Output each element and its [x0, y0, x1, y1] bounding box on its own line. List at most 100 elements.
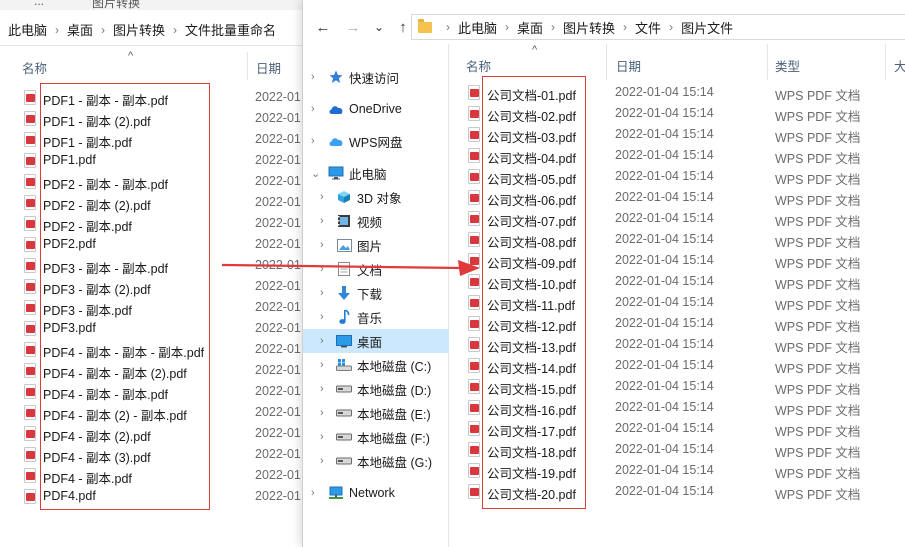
file-row[interactable]: 公司文档-05.pdf 2022-01-04 15:14 WPS PDF 文档 — [449, 166, 905, 187]
column-header-name[interactable]: 名称 — [466, 56, 491, 75]
file-row[interactable]: 公司文档-02.pdf 2022-01-04 15:14 WPS PDF 文档 — [449, 103, 905, 124]
file-row[interactable]: PDF3 - 副本 (2).pdf 2022-01 — [0, 276, 302, 297]
file-row[interactable]: PDF4 - 副本 - 副本 (2).pdf 2022-01 — [0, 360, 302, 381]
nav-item-drive-e[interactable]: › 本地磁盘 (E:) — [303, 401, 449, 425]
nav-item-network[interactable]: › Network — [303, 481, 449, 505]
column-header-type[interactable]: 类型 — [775, 56, 800, 75]
column-divider[interactable] — [247, 52, 248, 80]
column-divider[interactable] — [767, 44, 768, 80]
file-row[interactable]: 公司文档-15.pdf 2022-01-04 15:14 WPS PDF 文档 — [449, 376, 905, 397]
expand-chevron-icon[interactable]: › — [320, 383, 324, 395]
file-row[interactable]: 公司文档-11.pdf 2022-01-04 15:14 WPS PDF 文档 — [449, 292, 905, 313]
file-row[interactable]: PDF4 - 副本.pdf 2022-01 — [0, 465, 302, 486]
file-row[interactable]: PDF4 - 副本 (2) - 副本.pdf 2022-01 — [0, 402, 302, 423]
file-row[interactable]: PDF1 - 副本 - 副本.pdf 2022-01 — [0, 87, 302, 108]
column-header-date[interactable]: 日期 — [256, 58, 281, 77]
file-row[interactable]: PDF2.pdf 2022-01 — [0, 234, 302, 255]
file-row[interactable]: 公司文档-20.pdf 2022-01-04 15:14 WPS PDF 文档 — [449, 481, 905, 502]
column-header-name[interactable]: 名称 — [22, 58, 47, 77]
file-row[interactable]: PDF1.pdf 2022-01 — [0, 150, 302, 171]
file-row[interactable]: PDF4 - 副本 (2).pdf 2022-01 — [0, 423, 302, 444]
file-row[interactable]: PDF1 - 副本.pdf 2022-01 — [0, 129, 302, 150]
nav-item-drive-c[interactable]: › 本地磁盘 (C:) — [303, 353, 449, 377]
expand-chevron-icon[interactable]: › — [320, 263, 324, 275]
expand-chevron-icon[interactable]: › — [311, 71, 315, 83]
file-row[interactable]: PDF3.pdf 2022-01 — [0, 318, 302, 339]
file-row[interactable]: 公司文档-03.pdf 2022-01-04 15:14 WPS PDF 文档 — [449, 124, 905, 145]
recent-locations-chevron-icon[interactable]: ⌄ — [367, 15, 391, 39]
nav-item-drive-g[interactable]: › 本地磁盘 (G:) — [303, 449, 449, 473]
file-row[interactable]: 公司文档-14.pdf 2022-01-04 15:14 WPS PDF 文档 — [449, 355, 905, 376]
breadcrumb-item[interactable]: 桌面 — [67, 20, 93, 39]
file-row[interactable]: 公司文档-10.pdf 2022-01-04 15:14 WPS PDF 文档 — [449, 271, 905, 292]
breadcrumb-item[interactable]: 文件批量重命名 — [185, 20, 276, 39]
expand-chevron-icon[interactable]: › — [320, 335, 324, 347]
nav-item-wps-drive[interactable]: › WPS网盘 — [303, 129, 449, 153]
column-header-size[interactable]: 大 — [894, 56, 905, 75]
address-bar[interactable]: 此电脑 › 桌面 › 图片转换 › 文件批量重命名 — [0, 14, 302, 46]
expand-chevron-icon[interactable]: › — [320, 407, 324, 419]
nav-item-this-pc[interactable]: ⌄ 此电脑 — [303, 161, 449, 185]
file-row[interactable]: PDF2 - 副本 - 副本.pdf 2022-01 — [0, 171, 302, 192]
expand-chevron-icon[interactable]: › — [320, 455, 324, 467]
column-divider[interactable] — [606, 44, 607, 80]
nav-item-music[interactable]: › 音乐 — [303, 305, 449, 329]
nav-item-documents[interactable]: › 文档 — [303, 257, 449, 281]
file-row[interactable]: 公司文档-16.pdf 2022-01-04 15:14 WPS PDF 文档 — [449, 397, 905, 418]
pdf-file-icon — [24, 405, 36, 420]
expand-chevron-icon[interactable]: › — [320, 311, 324, 323]
expand-chevron-icon[interactable]: › — [311, 135, 315, 147]
expand-chevron-icon[interactable]: › — [320, 359, 324, 371]
file-row[interactable]: PDF3 - 副本.pdf 2022-01 — [0, 297, 302, 318]
breadcrumb-item[interactable]: 图片文件 — [681, 18, 733, 37]
nav-item-downloads[interactable]: › 下载 — [303, 281, 449, 305]
collapse-chevron-icon[interactable]: ⌄ — [311, 167, 320, 180]
file-row[interactable]: PDF3 - 副本 - 副本.pdf 2022-01 — [0, 255, 302, 276]
file-row[interactable]: 公司文档-17.pdf 2022-01-04 15:14 WPS PDF 文档 — [449, 418, 905, 439]
expand-chevron-icon[interactable]: › — [311, 103, 315, 115]
breadcrumb-item[interactable]: 图片转换 — [563, 18, 615, 37]
nav-item-videos[interactable]: › 视频 — [303, 209, 449, 233]
nav-item-3d-objects[interactable]: › 3D 对象 — [303, 185, 449, 209]
breadcrumb-item[interactable]: 桌面 — [517, 18, 543, 37]
address-bar[interactable]: › 此电脑 › 桌面 › 图片转换 › 文件 › 图片文件 — [411, 14, 905, 40]
breadcrumb-item[interactable]: 文件 — [635, 18, 661, 37]
nav-item-desktop[interactable]: › 桌面 — [303, 329, 449, 353]
nav-item-drive-d[interactable]: › 本地磁盘 (D:) — [303, 377, 449, 401]
file-row[interactable]: 公司文档-08.pdf 2022-01-04 15:14 WPS PDF 文档 — [449, 229, 905, 250]
column-header-date[interactable]: 日期 — [616, 56, 641, 75]
back-arrow-icon[interactable]: ← — [311, 15, 335, 39]
file-row[interactable]: PDF4 - 副本 - 副本.pdf 2022-01 — [0, 381, 302, 402]
file-row[interactable]: PDF2 - 副本.pdf 2022-01 — [0, 213, 302, 234]
forward-arrow-icon[interactable]: → — [341, 15, 365, 39]
expand-chevron-icon[interactable]: › — [320, 431, 324, 443]
nav-item-onedrive[interactable]: › OneDrive — [303, 97, 449, 121]
file-row[interactable]: 公司文档-12.pdf 2022-01-04 15:14 WPS PDF 文档 — [449, 313, 905, 334]
breadcrumb-item[interactable]: 此电脑 — [8, 20, 47, 39]
file-row[interactable]: 公司文档-19.pdf 2022-01-04 15:14 WPS PDF 文档 — [449, 460, 905, 481]
file-row[interactable]: 公司文档-04.pdf 2022-01-04 15:14 WPS PDF 文档 — [449, 145, 905, 166]
nav-item-pictures[interactable]: › 图片 — [303, 233, 449, 257]
file-row[interactable]: 公司文档-06.pdf 2022-01-04 15:14 WPS PDF 文档 — [449, 187, 905, 208]
file-row[interactable]: PDF4 - 副本 (3).pdf 2022-01 — [0, 444, 302, 465]
file-row[interactable]: PDF4 - 副本 - 副本 - 副本.pdf 2022-01 — [0, 339, 302, 360]
nav-item-drive-f[interactable]: › 本地磁盘 (F:) — [303, 425, 449, 449]
file-row[interactable]: PDF1 - 副本 (2).pdf 2022-01 — [0, 108, 302, 129]
breadcrumb-item[interactable]: 图片转换 — [113, 20, 165, 39]
file-row[interactable]: 公司文档-18.pdf 2022-01-04 15:14 WPS PDF 文档 — [449, 439, 905, 460]
file-row[interactable]: 公司文档-01.pdf 2022-01-04 15:14 WPS PDF 文档 — [449, 82, 905, 103]
expand-chevron-icon[interactable]: › — [311, 487, 315, 499]
expand-chevron-icon[interactable]: › — [320, 215, 324, 227]
file-row[interactable]: 公司文档-09.pdf 2022-01-04 15:14 WPS PDF 文档 — [449, 250, 905, 271]
file-row[interactable]: 公司文档-13.pdf 2022-01-04 15:14 WPS PDF 文档 — [449, 334, 905, 355]
expand-chevron-icon[interactable]: › — [320, 239, 324, 251]
nav-item-quick-access[interactable]: › 快速访问 — [303, 65, 449, 89]
column-divider[interactable] — [885, 44, 886, 80]
file-row[interactable]: 公司文档-07.pdf 2022-01-04 15:14 WPS PDF 文档 — [449, 208, 905, 229]
file-row[interactable]: PDF2 - 副本 (2).pdf 2022-01 — [0, 192, 302, 213]
breadcrumb-item[interactable]: 此电脑 — [458, 18, 497, 37]
file-list: PDF1 - 副本 - 副本.pdf 2022-01 PDF1 - 副本 (2).… — [0, 87, 302, 507]
file-row[interactable]: PDF4.pdf 2022-01 — [0, 486, 302, 507]
expand-chevron-icon[interactable]: › — [320, 287, 324, 299]
expand-chevron-icon[interactable]: › — [320, 191, 324, 203]
